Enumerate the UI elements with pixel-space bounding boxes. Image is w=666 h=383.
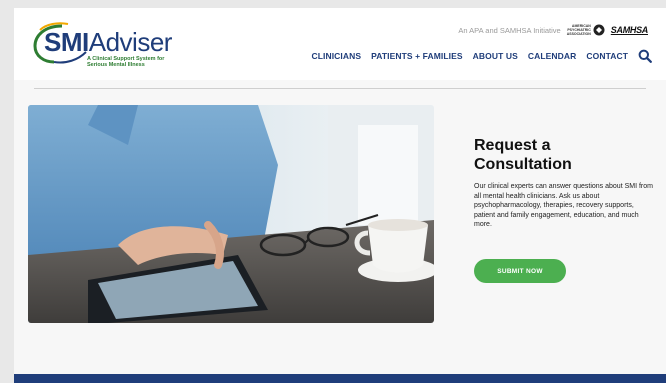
apa-line3: ASSOCIATION: [566, 32, 591, 36]
hero-photo-illustration: [28, 105, 434, 323]
footer-band: [14, 374, 666, 383]
page-title: Request a Consultation: [474, 136, 654, 174]
logo-smi: SMI: [44, 27, 89, 57]
hero-photo: [28, 105, 434, 323]
header-divider: [34, 88, 646, 89]
title-line1: Request a: [474, 137, 551, 154]
apa-emblem-icon: [593, 24, 605, 36]
submit-now-button[interactable]: SUBMIT NOW: [474, 259, 566, 283]
consultation-content: Request a Consultation Our clinical expe…: [474, 136, 654, 230]
tagline-line2: Serious Mental Illness: [87, 62, 145, 68]
nav-patients-families[interactable]: PATIENTS + FAMILIES: [371, 51, 463, 61]
logo-wordmark: SMIAdviser: [44, 29, 172, 55]
initiative-text: An APA and SAMHSA Initiative: [458, 25, 561, 35]
nav-clinicians[interactable]: CLINICIANS: [311, 51, 361, 61]
apa-logo[interactable]: AMERICAN PSYCHIATRIC ASSOCIATION: [567, 24, 605, 36]
nav-calendar[interactable]: CALENDAR: [528, 51, 577, 61]
site-header: SMIAdviser A Clinical Support System for…: [14, 8, 666, 80]
page: SMIAdviser A Clinical Support System for…: [14, 8, 666, 383]
logo-adviser: Adviser: [88, 27, 173, 57]
consultation-description: Our clinical experts can answer question…: [474, 183, 653, 228]
nav-about-us[interactable]: ABOUT US: [473, 51, 518, 61]
smiadviser-logo[interactable]: SMIAdviser A Clinical Support System for…: [32, 16, 212, 70]
logo-tagline: A Clinical Support System for Serious Me…: [87, 56, 164, 68]
main-nav: CLINICIANS PATIENTS + FAMILIES ABOUT US …: [311, 48, 652, 64]
samhsa-logo[interactable]: SAMHSA: [611, 25, 649, 35]
title-line2: Consultation: [474, 156, 572, 173]
nav-contact[interactable]: CONTACT: [586, 51, 628, 61]
apa-wordmark: AMERICAN PSYCHIATRIC ASSOCIATION: [567, 24, 591, 36]
search-icon[interactable]: [638, 49, 652, 63]
initiative-bar: An APA and SAMHSA Initiative AMERICAN PS…: [458, 20, 648, 40]
